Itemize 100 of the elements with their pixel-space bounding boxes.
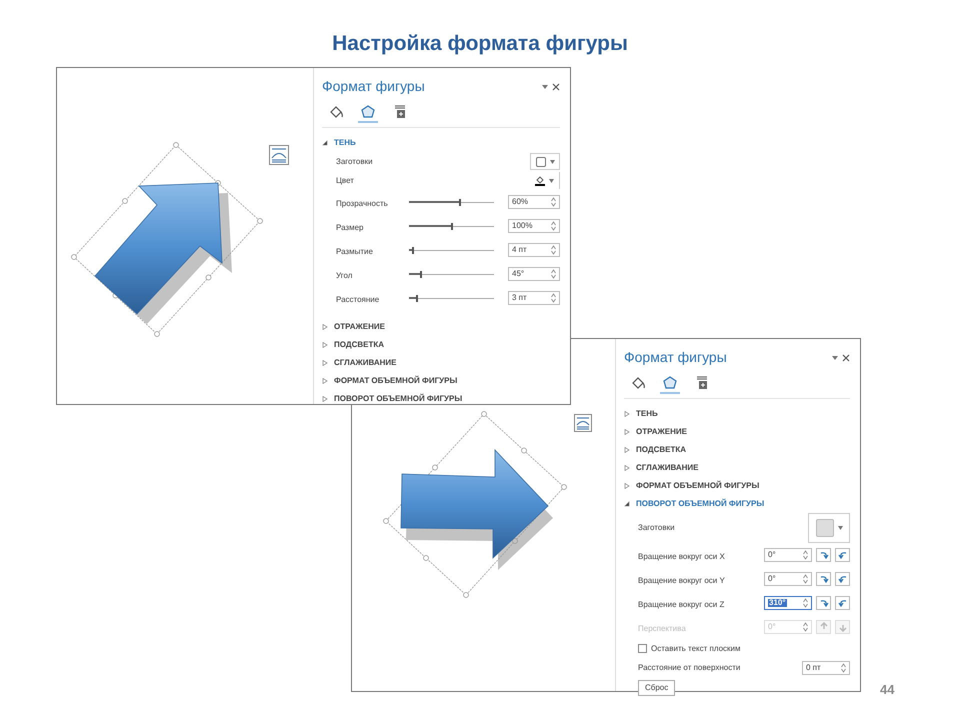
section-header[interactable]: ТЕНЬ	[322, 134, 560, 152]
field-label: Угол	[336, 271, 352, 280]
rotate-button[interactable]	[816, 548, 831, 562]
field-value: 60%	[512, 198, 528, 206]
slider-thumb[interactable]	[416, 294, 418, 302]
field-label: Вращение вокруг оси Z	[638, 600, 724, 609]
expanded-triangle-icon	[322, 140, 328, 146]
preset-swatch	[816, 519, 834, 537]
arrow-icon	[818, 622, 828, 632]
rotate-icon	[838, 574, 848, 584]
spinner-arrows-icon	[803, 550, 808, 560]
field-value: 0°	[768, 623, 776, 631]
spinner-arrows-icon	[551, 293, 556, 303]
section-header[interactable]: ПОДСВЕТКА	[624, 441, 850, 459]
collapsed-triangle-icon	[322, 360, 328, 366]
checkbox-option[interactable]: Оставить текст плоским	[638, 642, 741, 654]
selection-frame[interactable]	[383, 411, 567, 598]
number-field[interactable]: 0 пт	[802, 660, 850, 674]
slider-thumb[interactable]	[420, 270, 422, 278]
section-header[interactable]: ТЕНЬ	[624, 405, 850, 423]
collapsed-triangle-icon	[322, 378, 328, 384]
paint-bucket-icon	[630, 375, 646, 391]
spinner-arrows-icon	[803, 574, 808, 584]
rotate-button[interactable]	[835, 548, 850, 562]
field-label: Вращение вокруг оси X	[638, 552, 725, 561]
number-field[interactable]: 310°	[764, 596, 812, 610]
layout-icon	[694, 375, 710, 391]
arrow-shape[interactable]	[400, 449, 553, 570]
dropdown-caret-icon	[550, 160, 554, 164]
rotate-icon	[838, 598, 848, 608]
number-field[interactable]: 0°	[764, 548, 812, 562]
section-header[interactable]: ФОРМАТ ОБЪЕМНОЙ ФИГУРЫ	[624, 477, 850, 495]
number-field[interactable]: 45°	[508, 267, 560, 281]
rotate-icon	[818, 574, 828, 584]
rotate-icon	[838, 550, 848, 560]
slider-thumb[interactable]	[412, 246, 414, 254]
field-value: 0°	[768, 551, 776, 559]
panel-title: Формат фигуры	[322, 77, 425, 96]
layout-options-icon	[574, 414, 592, 432]
field-label: Расстояние от поверхности	[638, 662, 740, 674]
format-tab[interactable]	[358, 103, 378, 123]
section-header[interactable]: ОТРАЖЕНИЕ	[322, 318, 560, 336]
paint-bucket-icon	[535, 175, 545, 186]
field-value: 0°	[768, 575, 776, 583]
presets-dropdown[interactable]	[530, 153, 560, 170]
number-field[interactable]: 3 пт	[508, 291, 560, 305]
expanded-triangle-icon	[624, 501, 630, 507]
section-header[interactable]: ПОВОРОТ ОБЪЕМНОЙ ФИГУРЫ	[624, 495, 850, 513]
collapsed-triangle-icon	[624, 429, 630, 435]
layout-options-icon	[269, 145, 289, 165]
spinner-arrows-icon	[841, 662, 846, 672]
reset-button[interactable]: Сброс	[638, 680, 676, 696]
collapsed-triangle-icon	[624, 465, 630, 471]
section-header[interactable]: ПОВОРОТ ОБЪЕМНОЙ ФИГУРЫ	[322, 390, 560, 408]
arrow-shape[interactable]	[94, 182, 232, 324]
field-label: Размытие	[336, 247, 373, 256]
rotate-icon	[818, 550, 828, 560]
page-number: 44	[880, 681, 894, 699]
collapsed-triangle-icon	[322, 396, 328, 402]
rotate-button[interactable]	[835, 596, 850, 610]
rotate-button[interactable]	[816, 596, 831, 610]
field-label: Заготовки	[336, 156, 373, 168]
number-field[interactable]: 100%	[508, 219, 560, 233]
rotate-button[interactable]	[835, 572, 850, 586]
panel-title: Формат фигуры	[624, 348, 727, 367]
paint-bucket-icon	[328, 104, 344, 120]
number-field[interactable]: 0°	[764, 572, 812, 586]
dropdown-caret-icon	[832, 354, 838, 360]
field-value: 100%	[512, 222, 532, 230]
collapsed-triangle-icon	[322, 342, 328, 348]
dropdown-caret-icon	[549, 178, 554, 182]
format-tab[interactable]	[660, 374, 680, 394]
spinner-arrows-icon	[803, 622, 808, 632]
field-value: 0 пт	[806, 664, 821, 672]
number-field[interactable]: 4 пт	[508, 243, 560, 257]
close-icon	[552, 82, 560, 90]
number-field[interactable]: 60%	[508, 195, 560, 209]
slide-title: Настройка формата фигуры	[331, 31, 629, 57]
collapsed-triangle-icon	[322, 324, 328, 330]
field-value: 310°	[768, 599, 787, 607]
spinner-arrows-icon	[803, 598, 808, 608]
selection-frame[interactable]	[71, 142, 263, 337]
section-header[interactable]: ФОРМАТ ОБЪЕМНОЙ ФИГУРЫ	[322, 372, 560, 390]
field-label: Вращение вокруг оси Y	[638, 576, 725, 585]
dropdown-caret-icon	[838, 526, 842, 530]
field-label: Расстояние	[336, 295, 380, 304]
section-header[interactable]: СГЛАЖИВАНИЕ	[322, 354, 560, 372]
field-value: 3 пт	[512, 294, 527, 302]
rotate-button[interactable]	[816, 572, 831, 586]
field-label: Цвет	[336, 174, 354, 186]
section-header[interactable]: ПОДСВЕТКА	[322, 336, 560, 354]
layout-icon	[392, 104, 408, 120]
checkbox[interactable]	[638, 644, 647, 653]
section-header[interactable]: СГЛАЖИВАНИЕ	[624, 459, 850, 477]
field-label: Размер	[336, 223, 364, 232]
field-value: 4 пт	[512, 246, 527, 254]
close-icon	[842, 354, 850, 362]
collapsed-triangle-icon	[624, 411, 630, 417]
arrow-icon	[838, 622, 848, 632]
section-header[interactable]: ОТРАЖЕНИЕ	[624, 423, 850, 441]
